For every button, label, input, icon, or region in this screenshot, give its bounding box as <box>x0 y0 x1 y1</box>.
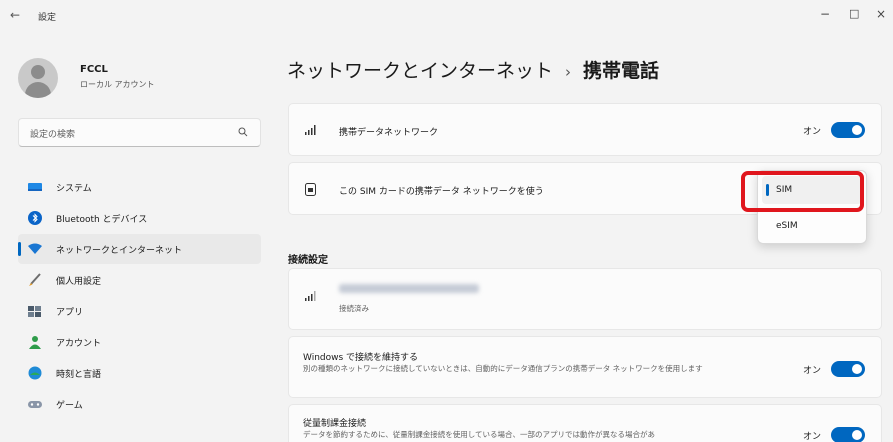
sidebar-item-gaming[interactable]: ゲーム <box>18 389 261 419</box>
metered-toggle-group: オン <box>803 427 865 442</box>
connection-status: 接続済み <box>339 304 369 313</box>
sidebar-item-label: システム <box>56 184 92 194</box>
close-button[interactable]: × <box>876 7 886 21</box>
cellular-card: 携帯データネットワーク オン <box>288 103 882 156</box>
keep-connected-toggle[interactable] <box>831 361 865 377</box>
sidebar-item-label: アプリ <box>56 308 84 318</box>
connection-settings-heading: 接続設定 <box>288 255 328 266</box>
sidebar-item-personalization[interactable]: 個人用設定 <box>18 265 261 295</box>
keep-connected-description: 別の種類のネットワークに接続していないときは、自動的にデータ通信プランの携帯デー… <box>303 364 703 373</box>
search-icon <box>238 127 248 137</box>
signal-bars-icon <box>305 125 316 135</box>
gamepad-icon <box>28 401 42 408</box>
metered-toggle-label: オン <box>803 432 822 442</box>
sidebar-item-apps[interactable]: アプリ <box>18 296 261 326</box>
dropdown-option-esim[interactable]: eSIM <box>762 212 862 240</box>
page-title: 携帯電話 <box>583 60 660 82</box>
sidebar-item-label: ゲーム <box>56 401 83 411</box>
sidebar-item-network[interactable]: ネットワークとインターネット <box>18 234 261 264</box>
metered-toggle[interactable] <box>831 427 865 442</box>
wifi-icon <box>28 243 42 254</box>
breadcrumb: ネットワークとインターネット › 携帯電話 <box>287 56 659 83</box>
keep-connected-toggle-group: オン <box>803 361 865 377</box>
sidebar-item-bluetooth[interactable]: Bluetooth とデバイス <box>18 203 261 233</box>
sidebar-item-label: 個人用設定 <box>56 277 102 287</box>
profile-name: FCCL <box>80 64 108 75</box>
dropdown-option-label: eSIM <box>776 221 798 231</box>
sidebar-item-label: ネットワークとインターネット <box>56 246 183 256</box>
signal-bars-icon <box>305 291 316 301</box>
globe-clock-icon <box>28 366 42 380</box>
keep-connected-toggle-label: オン <box>803 366 822 376</box>
back-arrow-icon[interactable]: ← <box>10 8 20 22</box>
search-input[interactable]: 設定の検索 <box>18 118 261 147</box>
sim-card-icon <box>305 183 316 196</box>
title-bar: ← 設定 − □ × <box>0 0 893 34</box>
bluetooth-icon <box>28 211 42 225</box>
cellular-title: 携帯データネットワーク <box>339 128 439 138</box>
person-icon <box>29 336 41 349</box>
metered-title: 従量制課金接続 <box>303 419 367 429</box>
connection-card[interactable]: 接続済み <box>288 268 882 330</box>
sidebar-item-label: 時刻と言語 <box>56 370 102 380</box>
keep-connected-card: Windows で接続を維持する 別の種類のネットワークに接続していないときは、… <box>288 336 882 398</box>
keep-connected-title: Windows で接続を維持する <box>303 353 419 363</box>
sidebar-item-label: Bluetooth とデバイス <box>56 215 148 225</box>
sidebar-item-accounts[interactable]: アカウント <box>18 327 261 357</box>
window-title: 設定 <box>38 13 57 23</box>
highlight-box <box>741 171 864 212</box>
cellular-toggle-group: オン <box>803 122 865 138</box>
breadcrumb-separator: › <box>565 63 572 81</box>
search-placeholder: 設定の検索 <box>30 130 76 140</box>
redacted-network-name <box>339 284 479 293</box>
minimize-button[interactable]: − <box>820 7 830 21</box>
maximize-button[interactable]: □ <box>849 7 859 20</box>
user-profile[interactable]: FCCL ローカル アカウント <box>18 58 258 98</box>
monitor-icon <box>28 183 42 191</box>
sidebar-item-system[interactable]: システム <box>18 172 261 202</box>
avatar <box>18 58 58 98</box>
breadcrumb-parent[interactable]: ネットワークとインターネット <box>287 60 553 82</box>
metered-card: 従量制課金接続 データを節約するために、従量制課金接続を使用している場合、一部の… <box>288 404 882 442</box>
metered-description: データを節約するために、従量制課金接続を使用している場合、一部のアプリでは動作が… <box>303 430 656 439</box>
apps-icon <box>28 306 41 317</box>
brush-icon <box>29 273 41 286</box>
cellular-toggle-label: オン <box>803 127 822 137</box>
profile-account-type: ローカル アカウント <box>80 80 155 89</box>
sim-title: この SIM カードの携帯データ ネットワークを使う <box>339 187 544 197</box>
sidebar-item-time-language[interactable]: 時刻と言語 <box>18 358 261 388</box>
sidebar-item-label: アカウント <box>56 339 102 349</box>
cellular-toggle[interactable] <box>831 122 865 138</box>
